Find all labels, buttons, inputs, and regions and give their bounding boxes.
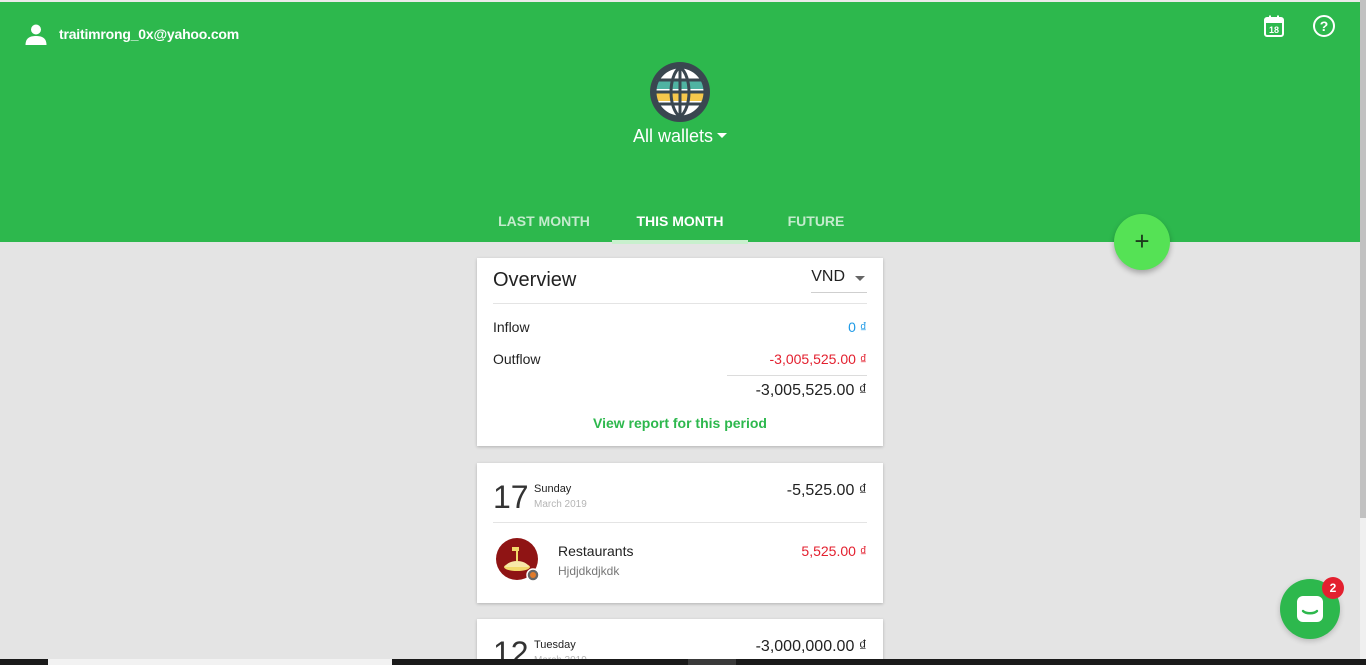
restaurant-icon — [496, 538, 539, 581]
tab-future[interactable]: FUTURE — [748, 197, 884, 244]
outflow-value: -3,005,525.00 ₫ — [769, 351, 867, 367]
chat-icon — [1297, 596, 1323, 622]
caret-down-icon — [855, 276, 865, 281]
svg-text:?: ? — [1320, 18, 1329, 34]
chat-badge: 2 — [1322, 577, 1344, 599]
day-total: -5,525.00 ₫ — [786, 482, 867, 499]
overview-total: -3,005,525.00 ₫ — [755, 382, 867, 399]
overview-card: Overview VND Inflow 0 ₫ Outflow -3,005,5… — [477, 258, 883, 446]
view-report-link[interactable]: View report for this period — [477, 415, 883, 431]
scrollbar-thumb[interactable] — [1360, 0, 1366, 518]
outflow-label: Outflow — [493, 351, 541, 367]
period-tabs: LAST MONTH THIS MONTH FUTURE — [476, 197, 884, 244]
plus-icon: + — [1134, 226, 1150, 256]
calendar-icon[interactable]: 18 — [1262, 14, 1286, 38]
inflow-label: Inflow — [493, 319, 530, 335]
globe-wallet-icon[interactable] — [648, 60, 712, 124]
inflow-row: Inflow 0 ₫ — [493, 319, 867, 335]
divider — [727, 375, 867, 376]
taskbar-item[interactable] — [688, 659, 736, 665]
day-weekday: Tuesday — [534, 639, 576, 651]
caret-down-icon — [717, 133, 728, 139]
tab-this-month[interactable]: THIS MONTH — [612, 197, 748, 244]
day-total: -3,000,000.00 ₫ — [755, 638, 867, 655]
taskbar — [0, 659, 1366, 665]
transaction-row[interactable]: Restaurants Hjdjdkdjkdk 5,525.00 ₫ — [493, 533, 867, 583]
day-number: 17 — [493, 479, 529, 515]
outflow-row: Outflow -3,005,525.00 ₫ — [493, 351, 867, 367]
day-month: March 2019 — [534, 499, 587, 510]
wallet-selector[interactable]: All wallets — [0, 126, 1360, 147]
wallet-name: All wallets — [632, 126, 714, 146]
user-email: traitimrong_0x@yahoo.com — [59, 26, 240, 42]
person-icon — [25, 24, 47, 45]
app-header: traitimrong_0x@yahoo.com 18 ? All wallet… — [0, 0, 1360, 244]
day-group-card: 17 Sunday March 2019 -5,525.00 ₫ Restaur… — [477, 463, 883, 603]
inflow-value: 0 ₫ — [848, 319, 867, 335]
currency-select[interactable]: VND — [811, 268, 867, 293]
tab-last-month[interactable]: LAST MONTH — [476, 197, 612, 244]
user-account[interactable]: traitimrong_0x@yahoo.com — [24, 22, 239, 46]
day-weekday: Sunday — [534, 483, 572, 495]
taskbar-item[interactable] — [48, 659, 392, 665]
add-transaction-button[interactable]: + — [1114, 214, 1170, 270]
transaction-category: Restaurants — [558, 543, 634, 559]
transaction-amount: 5,525.00 ₫ — [801, 543, 867, 559]
overview-title: Overview — [493, 269, 577, 291]
help-icon[interactable]: ? — [1312, 14, 1336, 38]
transaction-note: Hjdjdkdjkdk — [558, 564, 620, 578]
calendar-day: 18 — [1269, 25, 1279, 35]
